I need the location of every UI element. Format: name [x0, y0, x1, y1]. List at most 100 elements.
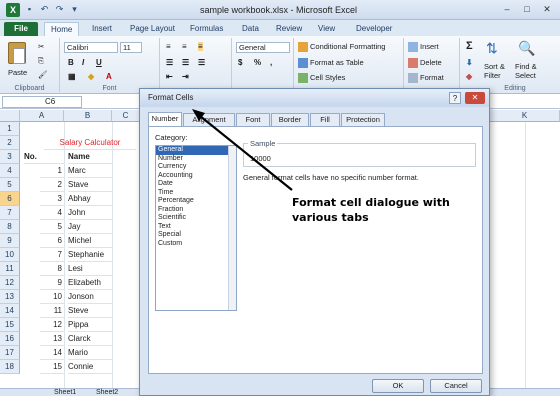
insert-cells-button[interactable]: Insert — [408, 42, 439, 53]
name-cell[interactable]: Connie — [68, 360, 112, 374]
name-cell[interactable]: Stave — [68, 178, 112, 192]
binoculars-icon[interactable]: 🔍 — [518, 40, 535, 57]
sort-button[interactable]: Sort & — [484, 62, 505, 71]
number-cell[interactable]: 3 — [40, 192, 64, 206]
sort-filter-icon[interactable]: ⇅ — [486, 40, 498, 57]
tab-file[interactable]: File — [4, 22, 38, 36]
copy-icon[interactable]: ⎘ — [38, 56, 44, 66]
name-cell[interactable]: Jay — [68, 220, 112, 234]
align-bottom-icon[interactable]: ≡ — [198, 42, 203, 51]
category-item[interactable]: General — [156, 146, 236, 155]
name-cell[interactable]: Pippa — [68, 318, 112, 332]
align-top-icon[interactable]: ≡ — [166, 42, 171, 51]
comma-button[interactable]: , — [270, 58, 272, 67]
tab-font[interactable]: Font — [236, 113, 270, 126]
number-format-select[interactable]: General — [236, 42, 290, 53]
tab-review[interactable]: Review — [270, 22, 308, 36]
name-cell[interactable]: Lesi — [68, 262, 112, 276]
category-item[interactable]: Text — [156, 223, 236, 232]
number-cell[interactable]: 7 — [40, 248, 64, 262]
dialog-close-button[interactable]: ✕ — [465, 92, 485, 104]
row-header[interactable]: 1 — [0, 122, 20, 136]
name-cell[interactable]: Clarck — [68, 332, 112, 346]
row-header[interactable]: 6 — [0, 192, 20, 206]
filter-button[interactable]: Filter — [484, 71, 501, 80]
align-right-icon[interactable]: ☰ — [198, 58, 205, 67]
row-header[interactable]: 13 — [0, 290, 20, 304]
number-cell[interactable]: 10 — [40, 290, 64, 304]
name-cell[interactable]: Stephanie — [68, 248, 112, 262]
column-header-c[interactable]: C — [112, 110, 140, 122]
sheet-tab-1[interactable]: Sheet1 — [54, 389, 76, 396]
row-header[interactable]: 12 — [0, 276, 20, 290]
row-header[interactable]: 16 — [0, 332, 20, 346]
row-header[interactable]: 4 — [0, 164, 20, 178]
name-box[interactable]: C6 — [2, 96, 82, 108]
number-cell[interactable]: 11 — [40, 304, 64, 318]
align-left-icon[interactable]: ☰ — [166, 58, 173, 67]
row-header[interactable]: 9 — [0, 234, 20, 248]
number-cell[interactable]: 9 — [40, 276, 64, 290]
header-name-cell[interactable]: Name — [68, 150, 112, 164]
column-header-b[interactable]: B — [64, 110, 112, 122]
category-item[interactable]: Custom — [156, 240, 236, 249]
align-middle-icon[interactable]: ≡ — [182, 42, 187, 51]
tab-home[interactable]: Home — [44, 22, 80, 36]
name-cell[interactable]: Jonson — [68, 290, 112, 304]
tab-border[interactable]: Border — [271, 113, 309, 126]
category-item[interactable]: Currency — [156, 163, 236, 172]
row-header[interactable]: 14 — [0, 304, 20, 318]
number-cell[interactable]: 8 — [40, 262, 64, 276]
column-header-k[interactable]: K — [490, 110, 560, 122]
percent-button[interactable]: % — [254, 58, 261, 67]
cut-icon[interactable]: ✂ — [38, 42, 44, 51]
row-header[interactable]: 3 — [0, 150, 20, 164]
row-header[interactable]: 10 — [0, 248, 20, 262]
name-cell[interactable]: John — [68, 206, 112, 220]
bold-button[interactable]: B — [68, 58, 74, 67]
row-header[interactable]: 2 — [0, 136, 20, 150]
number-cell[interactable]: 14 — [40, 346, 64, 360]
name-cell[interactable]: Abhay — [68, 192, 112, 206]
category-item[interactable]: Number — [156, 155, 236, 164]
find-button[interactable]: Find & — [515, 62, 537, 71]
row-header[interactable]: 17 — [0, 346, 20, 360]
cancel-button[interactable]: Cancel — [430, 379, 482, 393]
save-icon[interactable]: ▪ — [24, 4, 35, 15]
align-center-icon[interactable]: ☰ — [182, 58, 189, 67]
font-size-select[interactable]: 11 — [120, 42, 142, 53]
category-item[interactable]: Date — [156, 180, 236, 189]
delete-cells-button[interactable]: Delete — [408, 58, 442, 69]
row-header[interactable]: 5 — [0, 178, 20, 192]
row-header[interactable]: 11 — [0, 262, 20, 276]
number-cell[interactable]: 13 — [40, 332, 64, 346]
row-header[interactable]: 18 — [0, 360, 20, 374]
tab-formulas[interactable]: Formulas — [184, 22, 229, 36]
category-list[interactable]: General Number Currency Accounting Date … — [155, 145, 237, 311]
name-cell[interactable]: Steve — [68, 304, 112, 318]
tab-data[interactable]: Data — [236, 22, 265, 36]
number-cell[interactable]: 4 — [40, 206, 64, 220]
format-painter-icon[interactable]: 🖌 — [38, 70, 48, 79]
sheet-tab-2[interactable]: Sheet2 — [96, 389, 118, 396]
category-scrollbar[interactable] — [228, 146, 236, 310]
fill-color-icon[interactable]: ◆ — [88, 72, 94, 81]
number-cell[interactable]: 12 — [40, 318, 64, 332]
name-cell[interactable]: Elizabeth — [68, 276, 112, 290]
number-cell[interactable]: 5 — [40, 220, 64, 234]
tab-developer[interactable]: Developer — [350, 22, 398, 36]
outdent-icon[interactable]: ⇥ — [182, 72, 189, 81]
borders-icon[interactable]: ▦ — [68, 72, 76, 81]
row-header[interactable]: 15 — [0, 318, 20, 332]
tab-insert[interactable]: Insert — [86, 22, 118, 36]
autosum-button[interactable]: Σ — [466, 40, 473, 52]
maximize-icon[interactable]: □ — [520, 3, 534, 15]
undo-icon[interactable]: ↶ — [39, 4, 50, 15]
italic-button[interactable]: I — [82, 58, 84, 67]
tab-page-layout[interactable]: Page Layout — [124, 22, 181, 36]
name-cell[interactable]: Mario — [68, 346, 112, 360]
conditional-formatting-button[interactable]: Conditional Formatting — [298, 42, 385, 53]
tab-fill[interactable]: Fill — [310, 113, 340, 126]
currency-button[interactable]: $ — [238, 58, 242, 67]
font-color-icon[interactable]: A — [106, 72, 112, 81]
